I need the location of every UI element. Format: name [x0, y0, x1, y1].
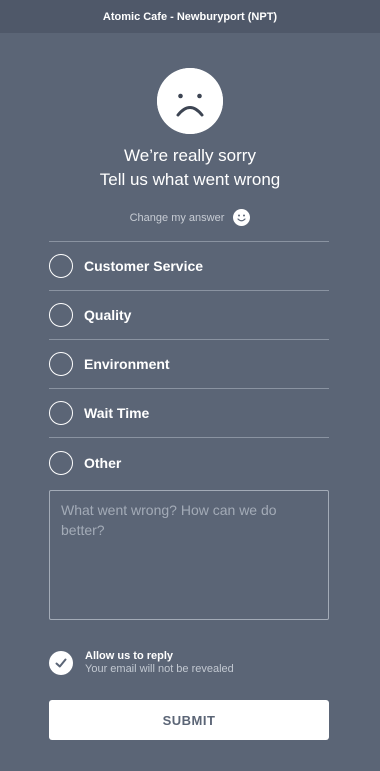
page-title: Atomic Cafe - Newburyport (NPT) [102, 10, 278, 23]
radio-circle-icon[interactable] [49, 450, 73, 475]
option-quality[interactable]: Quality [49, 291, 329, 340]
headline-line-1: We’re really sorry [124, 146, 256, 165]
headline: We’re really sorry Tell us what went wro… [0, 144, 380, 192]
option-customer-service[interactable]: Customer Service [49, 242, 329, 291]
option-other[interactable]: Other [49, 438, 329, 487]
radio-circle-icon[interactable] [49, 303, 73, 327]
allow-reply-sublabel: Your email will not be revealed [85, 663, 234, 675]
option-label: Wait Time [84, 405, 150, 421]
submit-button[interactable]: SUBMIT [49, 700, 329, 740]
smile-face-icon [233, 209, 251, 226]
option-label: Customer Service [84, 258, 204, 274]
feedback-textarea[interactable] [49, 490, 329, 620]
option-environment[interactable]: Environment [49, 340, 329, 389]
option-wait-time[interactable]: Wait Time [49, 389, 329, 438]
allow-reply-text: Allow us to reply Your email will not be… [85, 650, 234, 675]
allow-reply-checkbox[interactable]: Allow us to reply Your email will not be… [49, 650, 329, 675]
reason-options: Customer Service Quality Environment Wai… [49, 241, 329, 487]
header-bar: Atomic Cafe - Newburyport (NPT) [0, 0, 380, 33]
option-label: Environment [84, 356, 170, 372]
headline-line-2: Tell us what went wrong [99, 170, 281, 189]
option-label: Quality [84, 307, 132, 323]
option-label: Other [84, 454, 122, 471]
change-answer-link[interactable]: Change my answer [0, 209, 380, 226]
radio-circle-icon[interactable] [49, 352, 73, 376]
change-answer-label: Change my answer [129, 211, 225, 224]
sad-face-icon [157, 68, 223, 134]
radio-circle-icon[interactable] [49, 401, 73, 425]
radio-circle-icon[interactable] [49, 254, 73, 278]
allow-reply-label: Allow us to reply [85, 650, 174, 662]
checkmark-icon[interactable] [49, 650, 73, 675]
